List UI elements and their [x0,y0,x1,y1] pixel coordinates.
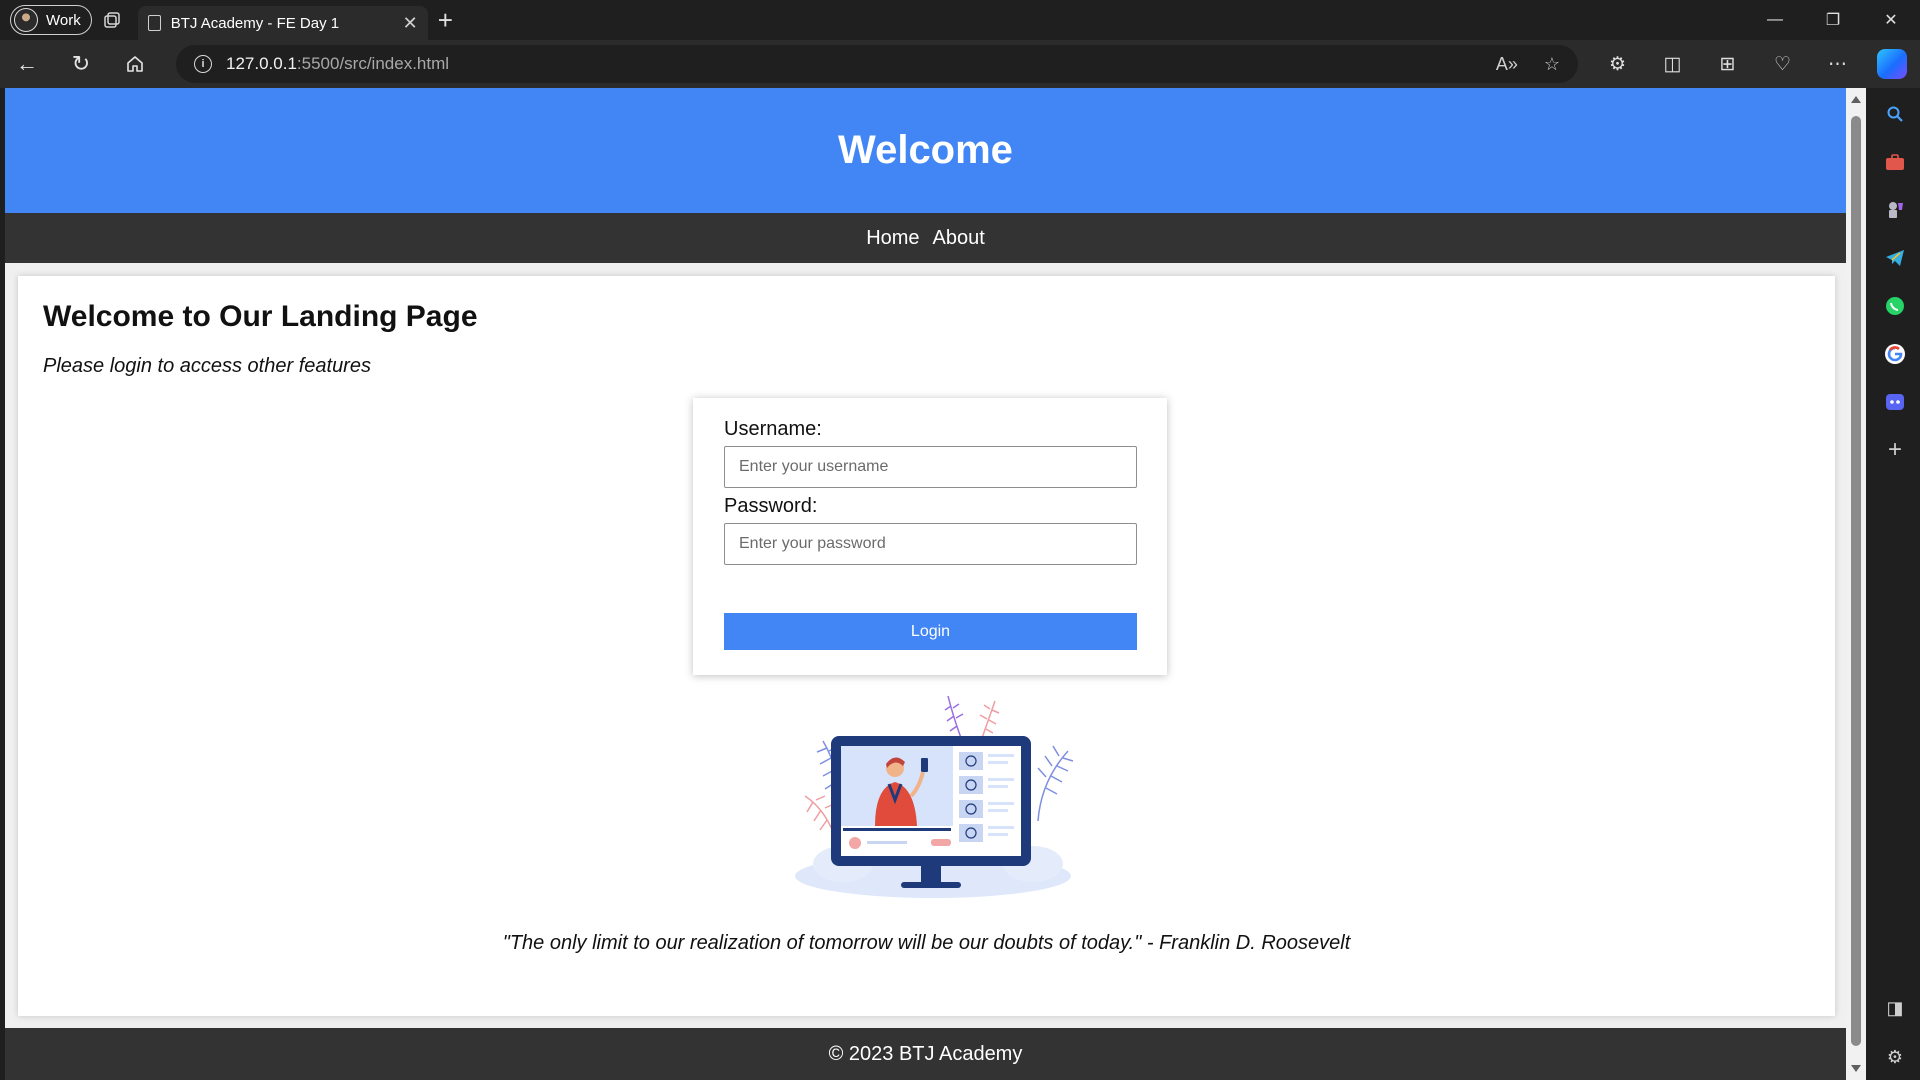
workspaces-icon[interactable] [92,0,132,40]
main-content: Welcome to Our Landing Page Please login… [18,276,1835,1016]
home-icon[interactable] [108,40,162,88]
add-icon[interactable]: + [1881,436,1909,464]
username-label: Username: [724,418,822,440]
login-form: Username: Password: Login [693,398,1167,675]
page-scrollbar[interactable] [1846,88,1866,1080]
site-nav: Home About [5,213,1846,263]
copilot-icon[interactable] [1877,49,1907,79]
page-viewport: Welcome Home About Welcome to Our Landin… [5,88,1846,1080]
avatar [14,8,38,32]
back-icon[interactable]: ← [0,40,54,88]
split-screen-icon[interactable]: ◫ [1645,40,1700,88]
username-input[interactable] [724,446,1137,488]
password-input[interactable] [724,523,1137,565]
edge-sidebar: + ◨ ⚙ [1870,88,1920,1080]
scroll-up-icon[interactable] [1851,96,1861,103]
read-aloud-icon[interactable]: A» [1496,54,1518,75]
search-icon[interactable] [1881,100,1909,128]
briefcase-icon[interactable] [1881,148,1909,176]
collections-icon[interactable]: ⊞ [1700,40,1755,88]
password-label: Password: [724,495,818,517]
login-button[interactable]: Login [724,613,1137,650]
whatsapp-icon[interactable] [1881,292,1909,320]
document-icon [147,15,161,31]
site-header: Welcome [5,88,1846,213]
minimize-icon[interactable]: — [1746,0,1804,40]
page-title: Welcome to Our Landing Page [43,300,478,333]
sidebar-toggle-icon[interactable]: ◨ [1886,998,1903,1019]
discord-icon[interactable] [1881,388,1909,416]
quote-text: "The only limit to our realization of to… [502,932,1351,954]
online-learning-illustration [795,696,1074,898]
chess-icon[interactable] [1881,196,1909,224]
page-subtitle: Please login to access other features [43,355,371,377]
settings-gear-icon[interactable]: ⚙ [1887,1047,1903,1068]
extensions-icon[interactable]: ⚙ [1590,40,1645,88]
site-footer: © 2023 BTJ Academy [5,1028,1846,1080]
profile-button[interactable]: Work [10,5,92,35]
refresh-icon[interactable]: ↻ [54,40,108,88]
address-bar[interactable]: i 127.0.0.1:5500/src/index.html A» ☆ [176,45,1578,83]
nav-link-about[interactable]: About [933,227,985,250]
more-menu-icon[interactable]: ⋯ [1810,40,1865,88]
site-info-icon[interactable]: i [194,55,212,73]
google-icon[interactable] [1881,340,1909,368]
window-controls: — ❐ ✕ [1746,0,1920,40]
scroll-down-icon[interactable] [1851,1065,1861,1072]
new-tab-icon[interactable]: + [438,5,453,36]
favorite-star-icon[interactable]: ☆ [1544,54,1560,75]
scroll-thumb[interactable] [1851,116,1861,1046]
telegram-icon[interactable] [1881,244,1909,272]
restore-icon[interactable]: ❐ [1804,0,1862,40]
profile-label: Work [46,11,81,29]
tab-title: BTJ Academy - FE Day 1 [170,14,340,32]
browser-essentials-icon[interactable]: ♡ [1755,40,1810,88]
nav-link-home[interactable]: Home [866,227,919,250]
browser-toolbar: ← ↻ i 127.0.0.1:5500/src/index.html A» ☆… [0,40,1920,88]
close-window-icon[interactable]: ✕ [1862,0,1920,40]
close-tab-icon[interactable]: ✕ [403,13,418,34]
url-host: 127.0.0.1 [226,54,297,73]
browser-titlebar: Work BTJ Academy - FE Day 1 ✕ + — ❐ ✕ [0,0,1920,40]
header-title: Welcome [838,128,1013,172]
url-path: :5500/src/index.html [296,54,450,73]
browser-tab[interactable]: BTJ Academy - FE Day 1 ✕ [137,6,428,40]
